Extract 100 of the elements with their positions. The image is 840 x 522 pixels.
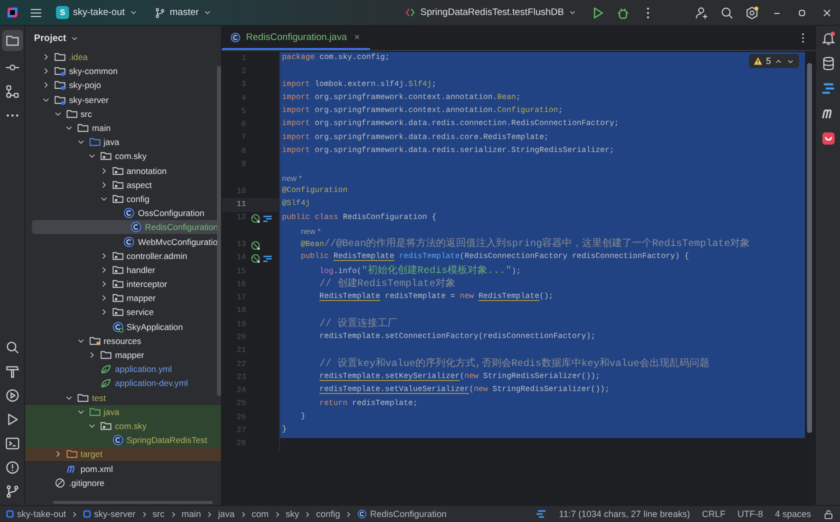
tree-item[interactable]: com.sky: [25, 149, 221, 164]
line-separator[interactable]: CRLF: [702, 509, 726, 519]
plugin-icon[interactable]: [820, 131, 836, 146]
problems-icon[interactable]: [4, 460, 20, 475]
run-configuration-selector[interactable]: SpringDataRedisTest.testFlushDB: [402, 5, 580, 20]
settings-icon[interactable]: [745, 6, 759, 20]
add-user-icon[interactable]: [695, 6, 709, 20]
package-icon: [112, 292, 124, 304]
tree-item[interactable]: interceptor: [25, 277, 221, 292]
module-folder-icon: [54, 94, 66, 106]
folder-icon: [88, 406, 100, 418]
package-icon: [112, 178, 124, 191]
package-icon: [112, 164, 124, 177]
bean-icon[interactable]: [250, 252, 261, 264]
stack-icon[interactable]: [535, 508, 548, 520]
class-icon: [112, 434, 124, 446]
lock-icon[interactable]: [823, 508, 834, 520]
breadcrumb[interactable]: com: [252, 509, 269, 519]
search-icon[interactable]: [4, 340, 20, 355]
indent-setting[interactable]: 4 spaces: [774, 509, 811, 519]
folder-icon: [77, 122, 89, 134]
inspection-widget[interactable]: 5: [748, 54, 799, 68]
tree-item[interactable]: main: [25, 120, 221, 136]
breadcrumb[interactable]: sky-server: [83, 509, 136, 519]
warning-icon: [752, 56, 763, 66]
tree-item[interactable]: java: [25, 135, 221, 150]
caret-position[interactable]: 11:7 (1034 chars, 27 line breaks): [559, 509, 690, 519]
class-icon: [230, 32, 241, 42]
module-icon: [83, 510, 92, 518]
breadcrumb[interactable]: config: [316, 509, 340, 519]
file-encoding[interactable]: UTF-8: [737, 509, 763, 519]
branch-icon[interactable]: [4, 484, 20, 499]
branch-icon: [154, 6, 166, 18]
editor-tab[interactable]: RedisConfiguration.java: [222, 26, 370, 50]
tree-item[interactable]: resources: [25, 334, 221, 348]
scrollbar[interactable]: [217, 66, 221, 396]
breadcrumb[interactable]: java: [218, 509, 235, 519]
breadcrumb[interactable]: sky-take-out: [6, 509, 66, 519]
package-icon: [100, 420, 112, 432]
search-icon[interactable]: [720, 6, 734, 20]
scrollbar[interactable]: [807, 63, 812, 433]
app-logo-icon[interactable]: [6, 6, 19, 19]
run-icon[interactable]: [591, 6, 605, 20]
class-icon: [112, 320, 124, 333]
tree-item[interactable]: service: [25, 305, 221, 320]
database-icon[interactable]: [820, 56, 836, 71]
tree-item[interactable]: aspect: [25, 178, 221, 192]
breadcrumb[interactable]: sky: [286, 509, 300, 519]
bean-icon[interactable]: [250, 240, 261, 251]
tree-item[interactable]: config: [25, 192, 221, 206]
breadcrumb[interactable]: RedisConfiguration: [357, 509, 447, 519]
bean-icon[interactable]: [250, 212, 261, 224]
tree-item[interactable]: handler: [25, 262, 221, 277]
scrollbar[interactable]: [53, 501, 213, 504]
services-icon[interactable]: [4, 388, 20, 403]
tree-item[interactable]: src: [25, 106, 221, 121]
hammer-icon[interactable]: [4, 364, 20, 379]
tree-item[interactable]: application.yml: [25, 362, 221, 376]
tree-item[interactable]: pom.xml: [25, 461, 221, 476]
terminal-icon[interactable]: [4, 436, 20, 451]
package-icon: [100, 150, 112, 162]
tree-item[interactable]: application-dev.yml: [25, 376, 221, 390]
tree-item[interactable]: SkyApplication: [25, 320, 221, 334]
tree-item[interactable]: .gitignore: [25, 476, 221, 490]
stack-icon[interactable]: [820, 81, 836, 96]
tree-item[interactable]: java: [25, 404, 221, 419]
package-icon: [112, 306, 124, 318]
tree-item[interactable]: target: [25, 447, 221, 462]
tree-item[interactable]: mapper: [25, 348, 221, 362]
package-icon: [112, 278, 124, 290]
breadcrumb[interactable]: src: [152, 509, 165, 519]
notifications-icon[interactable]: [820, 31, 836, 46]
tree-item[interactable]: annotation: [25, 164, 221, 178]
branch-selector[interactable]: master: [150, 4, 215, 20]
tree-item[interactable]: sky-pojo: [25, 78, 221, 93]
package-icon: [112, 250, 124, 262]
tree-item[interactable]: .idea: [25, 50, 221, 64]
tree-item[interactable]: controller.admin: [25, 248, 221, 263]
folder-icon: [100, 349, 112, 362]
bug-icon[interactable]: [616, 6, 630, 20]
class-icon: [123, 207, 135, 220]
module-folder-icon: [54, 79, 66, 92]
tree-item[interactable]: sky-server: [25, 92, 221, 107]
package-icon: [112, 264, 124, 276]
tree-item[interactable]: com.sky: [25, 418, 221, 434]
tree-item[interactable]: SpringDataRedisTest: [25, 433, 221, 448]
folder-icon: [66, 108, 78, 120]
tree-item[interactable]: OssConfiguration: [25, 206, 221, 220]
panel-title[interactable]: Project: [34, 32, 80, 44]
project-selector[interactable]: S sky-take-out: [53, 4, 141, 21]
structure-icon[interactable]: [4, 84, 20, 99]
tree-item[interactable]: WebMvcConfiguratio: [25, 234, 221, 249]
folder-icon: [66, 448, 78, 460]
tree-item[interactable]: test: [25, 390, 221, 405]
tree-item[interactable]: sky-common: [25, 64, 221, 78]
tree-item[interactable]: mapper: [25, 291, 221, 306]
breadcrumb[interactable]: main: [182, 509, 202, 519]
project-tool-button[interactable]: [2, 30, 22, 51]
folder-icon: [88, 136, 100, 148]
class-icon: [357, 509, 368, 519]
